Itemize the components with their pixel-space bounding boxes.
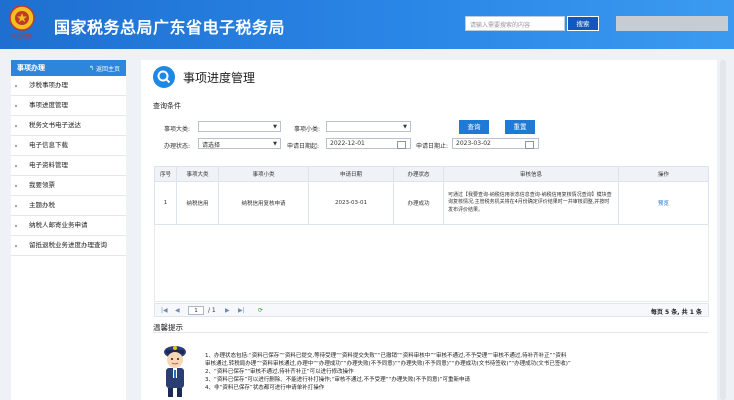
site-title: 国家税务总局广东省电子税务局: [54, 18, 286, 37]
next-page-button[interactable]: ▶: [225, 307, 230, 314]
page-number-input[interactable]: 1: [188, 306, 204, 315]
tip-line: 4、非“资料已保存”状态都可进行申请单补打操作: [205, 385, 325, 391]
sidebar-item-e-documents[interactable]: 电子资料管理: [11, 156, 126, 176]
status-label: 办理状态:: [164, 143, 191, 150]
tax-officer-mascot-icon: [164, 346, 186, 397]
search-button[interactable]: 搜索: [567, 16, 599, 31]
page-summary: 每页 5 条, 共 1 条: [650, 309, 702, 316]
sidebar-item-mail-service[interactable]: 纳税人邮寄业务申请: [11, 216, 126, 236]
back-home-link[interactable]: ↰ 返回主页: [89, 64, 120, 73]
subcategory-select[interactable]: ▼: [326, 121, 411, 132]
cell-index: 1: [154, 181, 177, 225]
cell-category: 纳税信用: [176, 181, 219, 225]
prev-page-button[interactable]: ◀: [175, 307, 180, 314]
column-header: 事项大类: [176, 166, 219, 182]
sidebar-item-tax-matters[interactable]: 涉税事项办理: [11, 76, 126, 96]
tip-line: 1、办理状态包括:“资料已保存”“资料已提交,等待受理”“资料提交失败”“已撤销…: [205, 353, 567, 359]
sidebar-item-refund-query[interactable]: 留抵退税业务进度办理查询: [11, 236, 126, 256]
category-label: 事项大类:: [164, 126, 191, 133]
chevron-down-icon: ▼: [273, 141, 277, 147]
preview-link[interactable]: 预览: [618, 181, 709, 225]
query-section-title: 查询条件: [153, 102, 181, 110]
page-total: / 1: [208, 307, 216, 314]
back-home-label: 返回主页: [95, 65, 120, 73]
back-arrow-icon: ↰: [88, 64, 94, 72]
chevron-down-icon: ▼: [273, 124, 277, 130]
top-header: 中国税务 国家税务总局广东省电子税务局 请输入需要搜索的内容 搜索: [0, 0, 734, 49]
end-date-input[interactable]: 2023-03-02: [452, 138, 539, 149]
user-info-bar[interactable]: [616, 16, 728, 31]
first-page-button[interactable]: |◀: [161, 307, 168, 314]
status-select[interactable]: 请选择 ▼: [198, 138, 281, 149]
column-header: 操作: [618, 166, 709, 182]
start-date-input[interactable]: 2022-12-01: [326, 138, 411, 149]
sidebar-item-themed-tax[interactable]: 主题办税: [11, 196, 126, 216]
page-title: 事项进度管理: [183, 71, 256, 85]
sidebar-item-invoices[interactable]: 我要领票: [11, 176, 126, 196]
refresh-icon[interactable]: ⟳: [258, 307, 263, 314]
pagination-bar: |◀ ◀ 1 / 1 ▶ ▶| ⟳ 每页 5 条, 共 1 条: [154, 303, 709, 317]
column-header: 办理状态: [393, 166, 444, 182]
end-date-label: 申请日期止:: [416, 143, 449, 150]
sidebar-item-e-delivery[interactable]: 税务文书电子送达: [11, 116, 126, 136]
cell-review-info: 可通过【我要查询-纳税信用状态信息查询-纳税信用复核情况查询】模块查询复核情况,…: [443, 181, 619, 225]
search-input[interactable]: 请输入需要搜索的内容: [465, 16, 565, 31]
column-header: 审核信息: [443, 166, 619, 182]
cell-subcategory: 纳税信用复核申请: [218, 181, 309, 225]
chevron-down-icon: ▼: [403, 124, 407, 130]
main-panel: 事项进度管理 查询条件 事项大类: ▼ 事项小类: ▼ 查询 重置 办理状态: …: [141, 60, 717, 400]
table-header-row: 序号 事项大类 事项小类 申请日期 办理状态 审核信息 操作: [154, 166, 709, 182]
query-button[interactable]: 查询: [459, 120, 489, 134]
sidebar: 事项办理 ↰ 返回主页 涉税事项办理 事项进度管理 税务文书电子送达 电子信息下…: [11, 60, 126, 400]
subcategory-label: 事项小类:: [294, 126, 321, 133]
progress-table: 序号 事项大类 事项小类 申请日期 办理状态 审核信息 操作 1 纳税信用 纳税…: [154, 166, 709, 225]
calendar-icon: [397, 141, 406, 149]
sidebar-item-downloads[interactable]: 电子信息下载: [11, 136, 126, 156]
start-date-label: 申请日期起:: [287, 143, 320, 150]
column-header: 事项小类: [218, 166, 309, 182]
table-row: 1 纳税信用 纳税信用复核申请 2023-03-01 办理成功 可通过【我要查询…: [154, 181, 709, 225]
reset-button[interactable]: 重置: [505, 120, 535, 134]
divider: [153, 332, 708, 333]
cell-date: 2023-03-01: [308, 181, 394, 225]
cell-status: 办理成功: [393, 181, 444, 225]
table-empty-area: [154, 224, 709, 302]
column-header: 申请日期: [308, 166, 394, 182]
sidebar-item-progress[interactable]: 事项进度管理: [11, 96, 126, 116]
svg-text:中国税务: 中国税务: [11, 32, 34, 40]
search-icon: [153, 66, 175, 88]
tax-emblem-logo: 中国税务: [9, 5, 35, 40]
tip-line: 审核通过,转税局办理”“资料审核通过,办理中”“办理成功”“办理失败(不予同意)…: [205, 361, 571, 367]
tip-line: 3、“资料已保存”可以进行删除、不能进行补打操作;“审核不通过,不予受理”“办理…: [205, 377, 470, 383]
last-page-button[interactable]: ▶|: [238, 307, 245, 314]
sidebar-title: 事项办理: [17, 64, 45, 72]
sidebar-header: 事项办理 ↰ 返回主页: [11, 60, 126, 76]
category-select[interactable]: ▼: [198, 121, 281, 132]
tip-line: 2、“资料已保存”“审核不通过,待补齐补正”可以进行修改操作: [205, 369, 354, 375]
column-header: 序号: [154, 166, 177, 182]
page-scrollbar[interactable]: [720, 60, 726, 400]
calendar-icon: [525, 141, 534, 149]
